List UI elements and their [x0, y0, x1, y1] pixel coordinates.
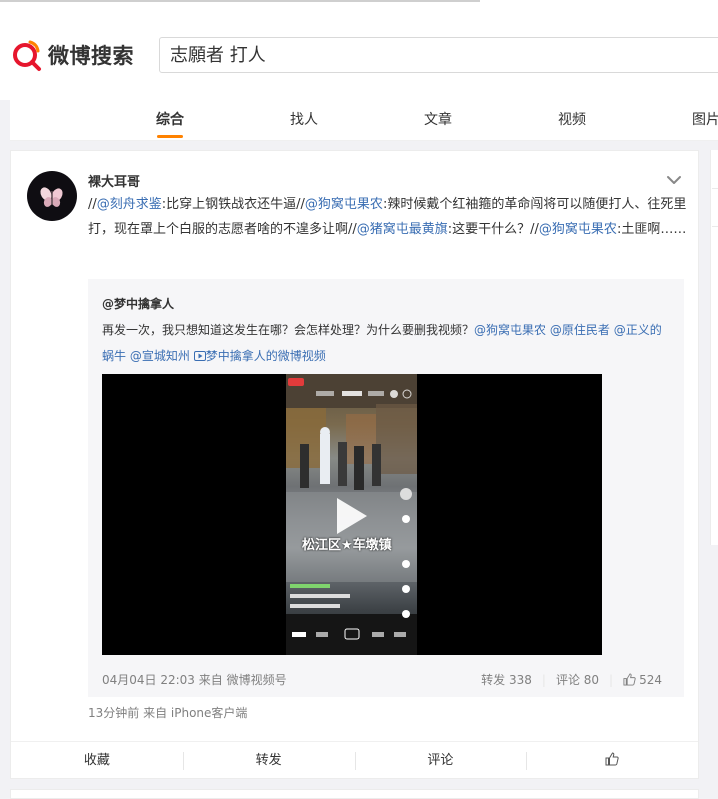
weibo-search-logo[interactable]: 微博搜索: [10, 38, 134, 72]
mention-link[interactable]: @原住民者: [550, 323, 610, 337]
text-segment: :土匪啊……: [616, 222, 687, 237]
repost-text: 再发一次，我只想知道这发生在哪？会怎样处理？为什么要删我视频？@狗窝屯果农 @原…: [102, 317, 672, 369]
like-count: 524: [639, 672, 662, 687]
thumbs-up-icon: [623, 673, 636, 686]
tab-people[interactable]: 找人: [290, 100, 318, 140]
top-divider: [0, 0, 480, 2]
video-link-label: 梦中擒拿人的微博视频: [205, 349, 326, 363]
mention-link[interactable]: @刻舟求鉴: [97, 197, 162, 212]
search-input[interactable]: [160, 38, 718, 70]
mention-link[interactable]: @猪窝屯最黄旗: [357, 222, 448, 237]
weibo-post-card: 裸大耳哥 //@刻舟求鉴:比穿上钢铁战衣还牛逼//@狗窝屯果农:辣时候戴个红袖箍…: [10, 150, 699, 779]
chevron-down-icon[interactable]: [665, 173, 683, 187]
comment-button[interactable]: 评论: [354, 742, 527, 780]
like-button[interactable]: [526, 742, 698, 780]
repost-button[interactable]: 转发: [182, 742, 355, 780]
browser-top-strip: [0, 0, 718, 14]
repost-text-body: 再发一次，我只想知道这发生在哪？会怎样处理？为什么要删我视频？: [102, 323, 475, 337]
reposted-content: @梦中擒拿人 再发一次，我只想知道这发生在哪？会怎样处理？为什么要删我视频？@狗…: [88, 279, 684, 697]
sidebar-divider: [712, 188, 718, 189]
repost-stats: 转发 338 | 评论 80 | 524: [481, 671, 662, 688]
text-segment: :比穿上钢铁战衣还牛逼//: [161, 197, 305, 212]
tab-all[interactable]: 综合: [156, 100, 184, 140]
video-caption: 松江区★车墩镇: [302, 538, 392, 553]
sidebar-card-edge: [710, 150, 718, 545]
header: 微博搜索: [0, 14, 718, 100]
stat-divider: |: [609, 672, 614, 687]
favorite-button[interactable]: 收藏: [11, 742, 183, 780]
post-timestamp-source: 13分钟前 来自 iPhone客户端: [88, 706, 248, 720]
video-icon: [193, 351, 206, 361]
like-button[interactable]: 524: [623, 673, 662, 687]
mention-link[interactable]: @狗窝屯果农: [305, 197, 383, 212]
tab-images[interactable]: 图片: [692, 100, 718, 140]
repost-count[interactable]: 转发 338: [481, 671, 532, 688]
search-tabs: 综合 找人 文章 视频 图片: [10, 100, 718, 141]
play-icon[interactable]: [331, 496, 371, 536]
stat-divider: |: [541, 672, 546, 687]
mention-link[interactable]: @狗窝屯果农: [539, 222, 617, 237]
post-author[interactable]: 裸大耳哥: [88, 171, 140, 190]
next-post-card-edge: [10, 789, 699, 799]
action-bar: 收藏 转发 评论: [11, 741, 698, 780]
butterfly-icon: [40, 187, 63, 207]
logo-text: 微博搜索: [48, 44, 134, 68]
repost-timestamp-source: 04月04日 22:03 来自 微博视频号: [102, 673, 287, 687]
sidebar-divider: [712, 226, 718, 227]
text-separator: //: [88, 197, 97, 212]
repost-author[interactable]: @梦中擒拿人: [102, 295, 174, 312]
thumbs-up-icon: [605, 752, 619, 766]
mention-link[interactable]: @宣城知州: [130, 349, 190, 363]
avatar[interactable]: [27, 171, 77, 221]
post-text: //@刻舟求鉴:比穿上钢铁战衣还牛逼//@狗窝屯果农:辣时候戴个红袖箍的革命闯将…: [88, 192, 688, 242]
mention-link[interactable]: @狗窝屯果农: [474, 323, 546, 337]
tab-videos[interactable]: 视频: [558, 100, 586, 140]
tab-articles[interactable]: 文章: [424, 100, 452, 140]
logo-magnifier-icon: [13, 40, 41, 71]
text-segment: :这要干什么？//: [447, 222, 539, 237]
search-box[interactable]: [159, 37, 718, 73]
video-link[interactable]: 梦中擒拿人的微博视频: [193, 349, 326, 363]
comment-count[interactable]: 评论 80: [556, 671, 599, 688]
video-player[interactable]: 松江区★车墩镇: [102, 374, 602, 655]
